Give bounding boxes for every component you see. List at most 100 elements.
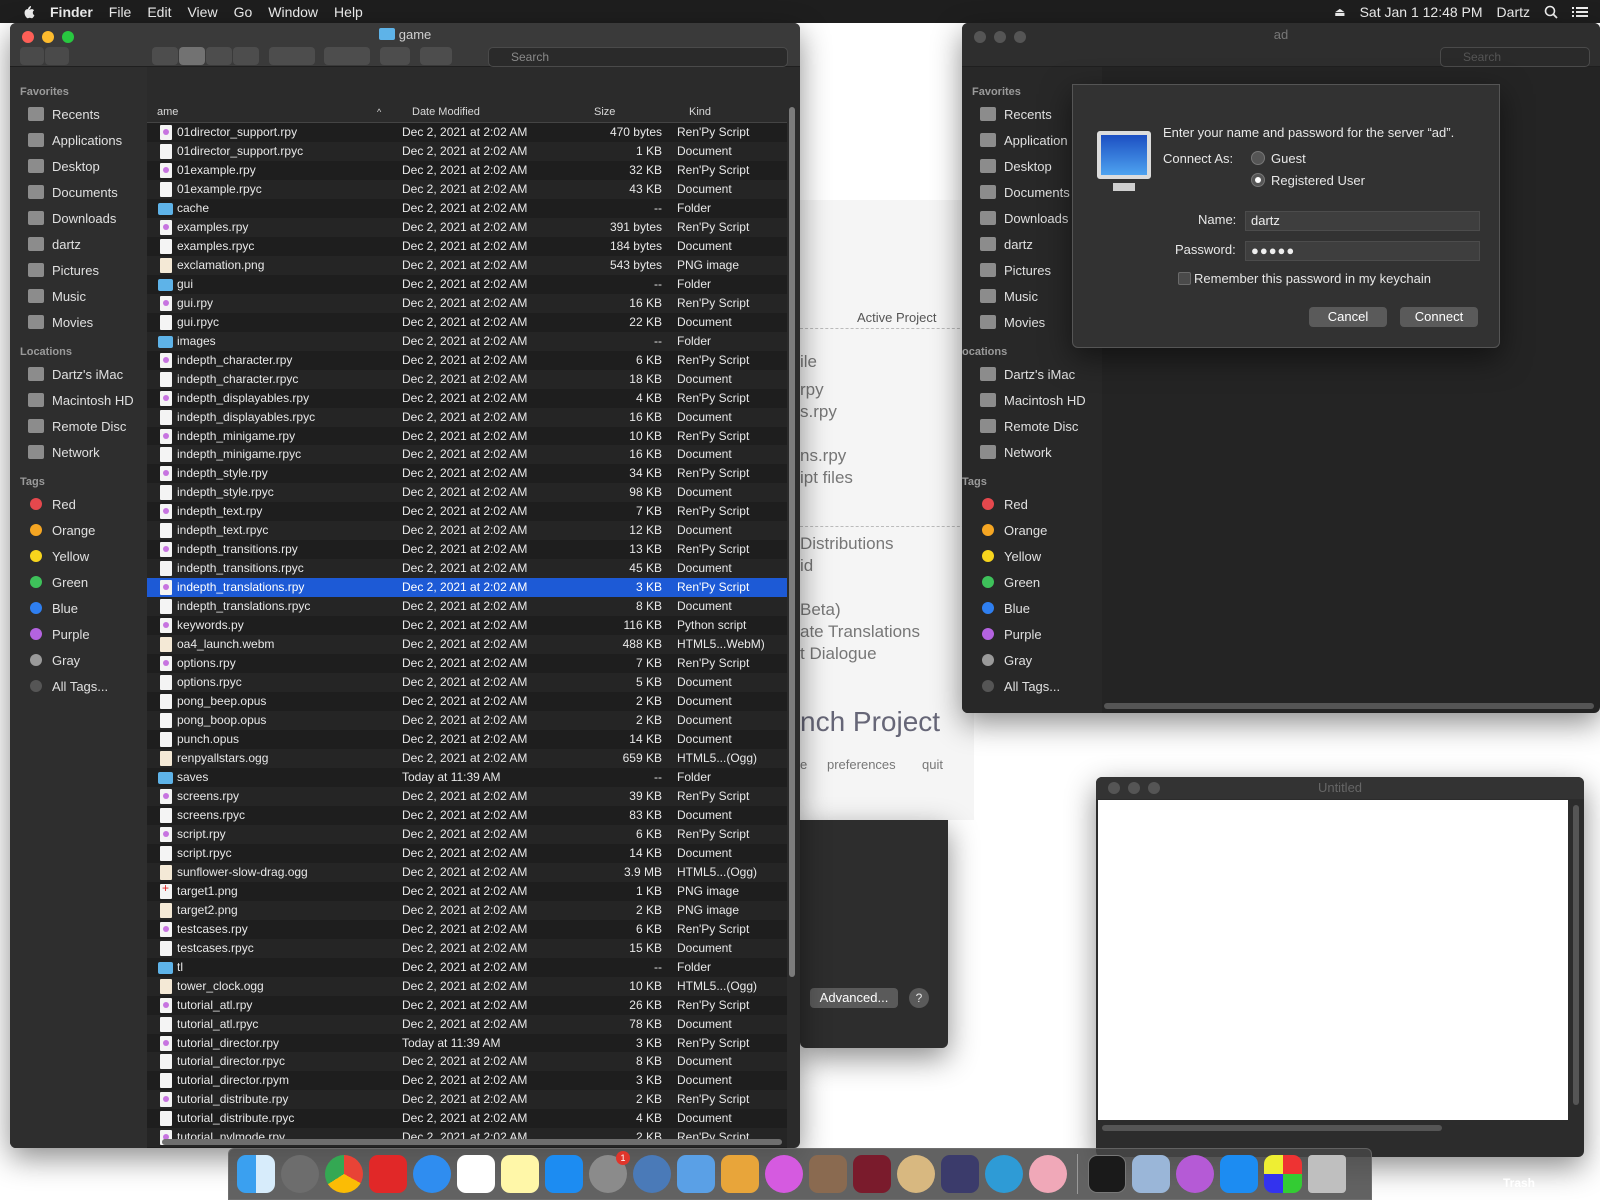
file-row[interactable]: pong_boop.opus Dec 2, 2021 at 2:02 AM 2 KB…: [147, 711, 787, 730]
launcher-line[interactable]: rpy: [800, 380, 824, 400]
renpy-dock-icon[interactable]: [1029, 1155, 1067, 1193]
quit-link[interactable]: quit: [922, 757, 943, 772]
file-row[interactable]: indepth_displayables.rpyc Dec 2, 2021 at …: [147, 407, 787, 427]
file-row[interactable]: indepth_minigame.rpyc Dec 2, 2021 at 2:02…: [147, 445, 787, 465]
document-canvas[interactable]: [1098, 800, 1568, 1120]
menu-view[interactable]: View: [187, 4, 217, 20]
file-row[interactable]: indepth_text.rpy Dec 2, 2021 at 2:02 AM 7 …: [147, 502, 787, 521]
launcher-dialogue[interactable]: t Dialogue: [800, 644, 877, 664]
view-list-button[interactable]: [179, 47, 205, 65]
file-row[interactable]: testcases.rpyc Dec 2, 2021 at 2:02 AM 15 K…: [147, 938, 787, 958]
registered-user-label[interactable]: Registered User: [1271, 173, 1365, 188]
horizontal-scrollbar[interactable]: [162, 1139, 782, 1145]
preview-dock-icon[interactable]: [1132, 1155, 1170, 1193]
registered-user-radio[interactable]: [1251, 173, 1265, 187]
file-row[interactable]: cache Dec 2, 2021 at 2:02 AM -- Folder: [147, 199, 787, 218]
view-gallery-button[interactable]: [233, 47, 259, 65]
sidebar-item-remote-disc[interactable]: Remote Disc: [10, 413, 147, 439]
spotlight-icon[interactable]: [1544, 5, 1558, 19]
file-row[interactable]: tutorial_atl.rpy Dec 2, 2021 at 2:02 AM 26…: [147, 996, 787, 1015]
system-preferences-dock-icon[interactable]: 1: [589, 1151, 630, 1193]
action-gear-button[interactable]: [324, 47, 370, 65]
file-row[interactable]: options.rpy Dec 2, 2021 at 2:02 AM 7 KB Ren…: [147, 654, 787, 673]
file-row[interactable]: 01example.rpyc Dec 2, 2021 at 2:02 AM 43 K…: [147, 179, 787, 199]
flipboard-dock-icon[interactable]: [369, 1155, 407, 1193]
column-kind[interactable]: Kind: [689, 106, 711, 118]
file-row[interactable]: 01example.rpy Dec 2, 2021 at 2:02 AM 32 KB…: [147, 161, 787, 180]
file-row[interactable]: indepth_translations.rpyc Dec 2, 2021 at …: [147, 597, 787, 617]
tag-item-red[interactable]: Red: [10, 491, 147, 517]
file-row[interactable]: examples.rpyc Dec 2, 2021 at 2:02 AM 184 b…: [147, 237, 787, 256]
cheetah-dock-icon[interactable]: [721, 1155, 759, 1193]
file-row[interactable]: indepth_text.rpyc Dec 2, 2021 at 2:02 AM 1…: [147, 521, 787, 541]
launcher-distributions[interactable]: Distributions: [800, 534, 894, 554]
vscroll[interactable]: [1573, 805, 1579, 1105]
file-row[interactable]: oa4_launch.webm Dec 2, 2021 at 2:02 AM 488…: [147, 635, 787, 655]
help-button[interactable]: ?: [909, 988, 929, 1008]
forward-button[interactable]: [45, 47, 69, 65]
vertical-scrollbar[interactable]: [789, 101, 795, 1141]
file-row[interactable]: tutorial_distribute.rpy Dec 2, 2021 at 2:…: [147, 1090, 787, 1110]
file-row[interactable]: screens.rpy Dec 2, 2021 at 2:02 AM 39 KB Re…: [147, 786, 787, 806]
sidebar-item-network[interactable]: Network: [962, 439, 1102, 465]
hscroll[interactable]: [1104, 703, 1594, 709]
remember-checkbox[interactable]: [1178, 272, 1191, 285]
calendar-dock-icon[interactable]: [457, 1155, 495, 1193]
advanced-button[interactable]: Advanced...: [810, 988, 898, 1008]
launcher-line[interactable]: ipt files: [800, 468, 853, 488]
file-row[interactable]: indepth_translations.rpy Dec 2, 2021 at 2…: [147, 578, 787, 598]
tag-item-gray[interactable]: Gray: [10, 647, 147, 673]
search-input[interactable]: Search: [488, 47, 788, 67]
sidebar-item-dartz-s-imac[interactable]: Dartz's iMac: [10, 361, 147, 387]
launcher-link[interactable]: e: [800, 757, 807, 772]
file-row[interactable]: 01director_support.rpy Dec 2, 2021 at 2:0…: [147, 123, 787, 142]
menu-edit[interactable]: Edit: [147, 4, 171, 20]
file-row[interactable]: indepth_transitions.rpy Dec 2, 2021 at 2:…: [147, 540, 787, 559]
menu-file[interactable]: File: [109, 4, 132, 20]
sidebar-item-network[interactable]: Network: [10, 439, 147, 465]
tag-item-all-tags[interactable]: All Tags...: [962, 673, 1102, 699]
notification-center-icon[interactable]: [1572, 6, 1588, 18]
column-name[interactable]: ame: [157, 106, 178, 118]
launcher-line[interactable]: s.rpy: [800, 402, 837, 422]
share-button[interactable]: [380, 47, 410, 65]
launchpad-dock-icon[interactable]: [281, 1155, 319, 1193]
sidebar-item-music[interactable]: Music: [10, 283, 147, 309]
apple-menu-icon[interactable]: [20, 4, 36, 20]
chrome-dock-icon[interactable]: [325, 1155, 363, 1193]
file-row[interactable]: indepth_character.rpy Dec 2, 2021 at 2:02…: [147, 351, 787, 370]
tag-item-purple[interactable]: Purple: [962, 621, 1102, 647]
file-row[interactable]: testcases.rpy Dec 2, 2021 at 2:02 AM 6 KB R…: [147, 920, 787, 939]
column-size[interactable]: Size: [594, 106, 615, 118]
file-row[interactable]: images Dec 2, 2021 at 2:02 AM -- Folder: [147, 331, 787, 351]
file-row[interactable]: screens.rpyc Dec 2, 2021 at 2:02 AM 83 KB D…: [147, 806, 787, 825]
preferences-link[interactable]: preferences: [827, 757, 896, 772]
menu-go[interactable]: Go: [234, 4, 253, 20]
sidebar-item-remote-disc[interactable]: Remote Disc: [962, 413, 1102, 439]
tag-item-blue[interactable]: Blue: [10, 595, 147, 621]
colorful-app-dock-icon[interactable]: [1264, 1155, 1302, 1193]
hscroll[interactable]: [1102, 1125, 1442, 1131]
app-store-dock-icon[interactable]: [545, 1155, 583, 1193]
file-row[interactable]: gui.rpyc Dec 2, 2021 at 2:02 AM 22 KB Docum…: [147, 313, 787, 332]
sidebar-item-applications[interactable]: Applications: [10, 127, 147, 153]
sidebar-item-pictures[interactable]: Pictures: [10, 257, 147, 283]
tag-item-green[interactable]: Green: [10, 569, 147, 595]
column-date-modified[interactable]: Date Modified: [412, 106, 480, 118]
disk-utility-dock-icon[interactable]: [633, 1155, 671, 1193]
file-row[interactable]: tl Dec 2, 2021 at 2:02 AM -- Folder: [147, 958, 787, 977]
file-row[interactable]: target1.png Dec 2, 2021 at 2:02 AM 1 KB PNG…: [147, 881, 787, 901]
sidebar-item-desktop[interactable]: Desktop: [10, 153, 147, 179]
sidebar-item-dartz[interactable]: dartz: [10, 231, 147, 257]
password-field[interactable]: ●●●●●: [1245, 241, 1480, 261]
file-row[interactable]: tower_clock.ogg Dec 2, 2021 at 2:02 AM 10 …: [147, 976, 787, 996]
tag-item-orange[interactable]: Orange: [10, 517, 147, 543]
file-row[interactable]: gui Dec 2, 2021 at 2:02 AM -- Folder: [147, 275, 787, 294]
sidebar-item-macintosh-hd[interactable]: Macintosh HD: [962, 387, 1102, 413]
guest-radio[interactable]: [1251, 151, 1265, 165]
sidebar-item-documents[interactable]: Documents: [10, 179, 147, 205]
menu-window[interactable]: Window: [268, 4, 318, 20]
file-row[interactable]: keywords.py Dec 2, 2021 at 2:02 AM 116 KB P…: [147, 616, 787, 635]
file-row[interactable]: tutorial_director.rpyc Dec 2, 2021 at 2:0…: [147, 1052, 787, 1072]
file-row[interactable]: tutorial_director.rpym Dec 2, 2021 at 2:0…: [147, 1071, 787, 1090]
